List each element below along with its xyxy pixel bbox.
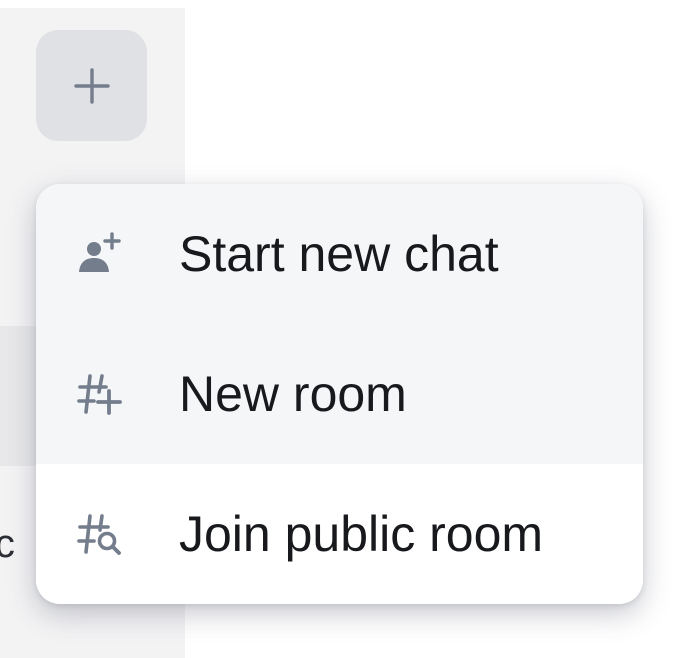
- plus-icon: [73, 67, 110, 104]
- menu-item-label: Join public room: [179, 506, 544, 562]
- sidebar-room-name: ic: [0, 522, 15, 566]
- menu-item-label: Start new chat: [179, 226, 499, 282]
- menu-item-join-public-room[interactable]: Join public room: [36, 464, 643, 604]
- menu-item-label: New room: [179, 366, 407, 422]
- room-search-icon: [72, 506, 128, 562]
- context-menu: Start new chat New room Join public room: [36, 184, 643, 604]
- menu-item-new-room[interactable]: New room: [36, 324, 643, 464]
- room-add-icon: [72, 366, 128, 422]
- menu-item-start-new-chat[interactable]: Start new chat: [36, 184, 643, 324]
- add-button[interactable]: [36, 30, 147, 141]
- person-add-icon: [72, 226, 128, 282]
